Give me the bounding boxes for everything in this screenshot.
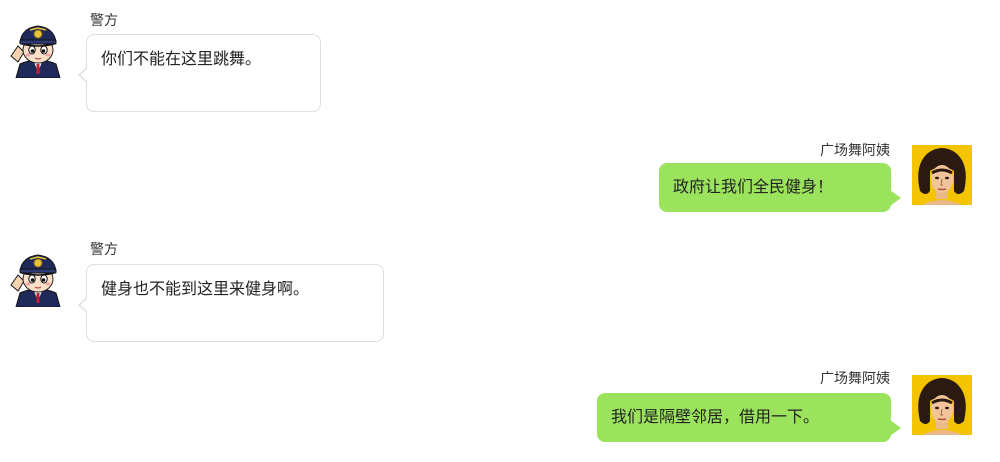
sender-name: 广场舞阿姨 — [820, 371, 890, 387]
police-officer-icon — [8, 18, 68, 78]
message-bubble[interactable]: 你们不能在这里跳舞。 — [78, 34, 321, 112]
auntie-avatar[interactable] — [912, 375, 972, 435]
auntie-icon — [912, 145, 972, 205]
police-officer-avatar[interactable] — [8, 247, 68, 307]
message-bubble[interactable]: 政府让我们全民健身！ — [659, 163, 901, 212]
sender-name: 警方 — [90, 13, 118, 29]
sender-name: 广场舞阿姨 — [820, 143, 890, 159]
sender-name: 警方 — [90, 242, 118, 258]
police-officer-avatar[interactable] — [8, 18, 68, 78]
police-officer-icon — [8, 247, 68, 307]
message-bubble[interactable]: 健身也不能到这里来健身啊。 — [78, 264, 384, 342]
chat-conversation: 警方 你们不能在这里跳舞。 广场舞阿姨 政府让我们全民健身！ 警方 健身也不能到… — [0, 0, 1000, 462]
auntie-avatar[interactable] — [912, 145, 972, 205]
auntie-icon — [912, 375, 972, 435]
message-bubble[interactable]: 我们是隔壁邻居，借用一下。 — [597, 393, 901, 442]
